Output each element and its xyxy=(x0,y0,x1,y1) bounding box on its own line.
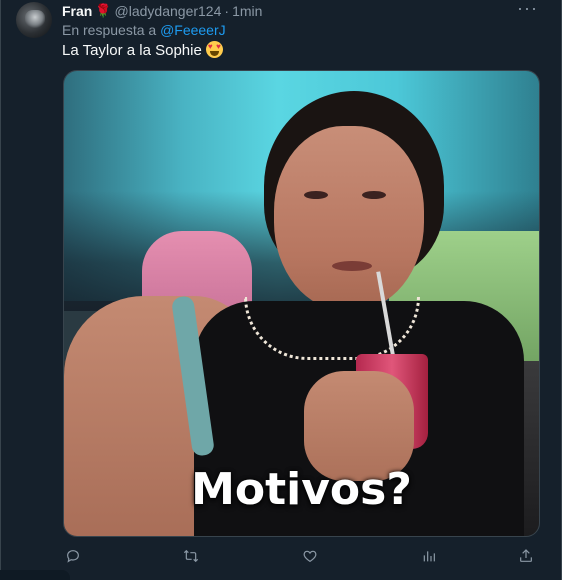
tweet[interactable]: Fran 🌹 @ladydanger124 · 1min ··· En resp… xyxy=(0,0,562,580)
reply-icon xyxy=(67,550,79,563)
author-handle[interactable]: @ladydanger124 xyxy=(115,3,222,19)
share-icon xyxy=(520,549,532,562)
clipped-bottom-element xyxy=(0,570,70,580)
views-button[interactable] xyxy=(418,545,440,567)
author-name[interactable]: Fran xyxy=(62,3,92,19)
share-button[interactable] xyxy=(515,545,537,567)
reply-context: En respuesta a @FeeeerJ xyxy=(62,22,226,38)
tweet-media-image[interactable]: Motivos? xyxy=(63,70,540,537)
reply-prefix: En respuesta a xyxy=(62,22,157,38)
more-options-icon[interactable]: ··· xyxy=(517,0,538,19)
retweet-icon xyxy=(183,549,199,563)
tweet-text: La Taylor a la Sophie xyxy=(62,41,223,59)
tweet-text-body: La Taylor a la Sophie xyxy=(62,42,202,59)
retweet-button[interactable] xyxy=(180,545,202,567)
separator-dot: · xyxy=(224,3,230,19)
tweet-time[interactable]: 1min xyxy=(232,3,262,19)
avatar[interactable] xyxy=(16,2,52,38)
views-icon xyxy=(423,551,435,562)
reply-button[interactable] xyxy=(62,545,84,567)
reply-mention-link[interactable]: @FeeeerJ xyxy=(160,22,226,38)
meme-caption: Motivos? xyxy=(191,464,412,515)
rose-icon: 🌹 xyxy=(95,3,112,18)
heart-eyes-emoji-icon xyxy=(205,41,223,58)
like-icon xyxy=(303,550,317,563)
like-button[interactable] xyxy=(299,545,321,567)
tweet-actions xyxy=(62,545,537,567)
tweet-header: Fran 🌹 @ladydanger124 · 1min xyxy=(62,2,262,20)
